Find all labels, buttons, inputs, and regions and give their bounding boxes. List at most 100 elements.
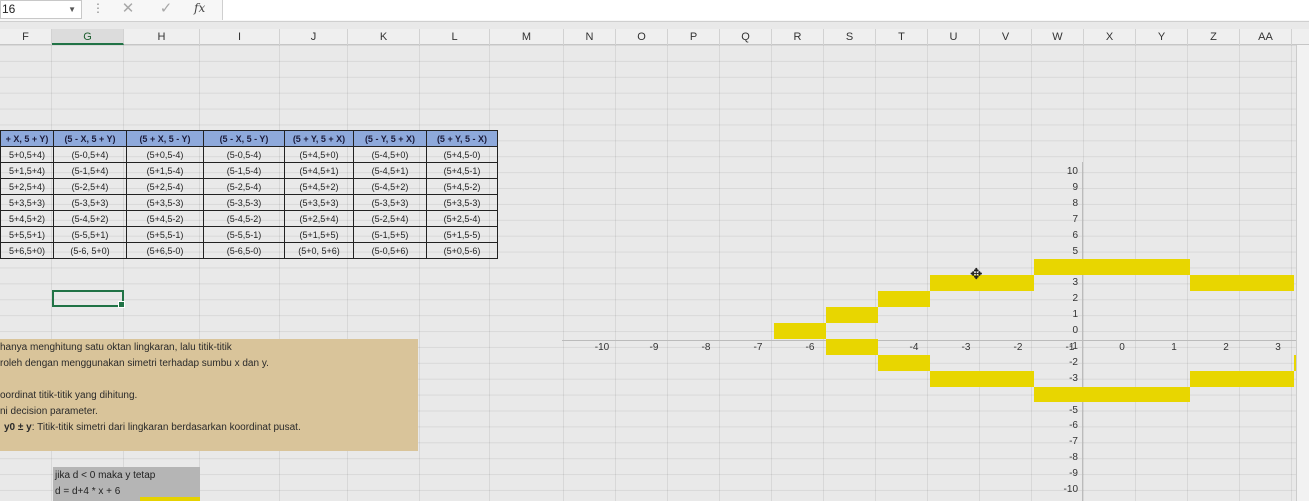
table-cell[interactable]: (5-3,5-3) [203, 194, 285, 211]
highlighted-cell[interactable] [878, 354, 930, 371]
column-header-o[interactable]: O [616, 29, 668, 45]
table-cell[interactable]: 5+5,5+1) [0, 226, 54, 243]
table-cell[interactable]: (5+2,5+4) [284, 210, 354, 227]
column-header-p[interactable]: P [668, 29, 720, 45]
table-cell[interactable]: (5-6, 5+0) [53, 242, 127, 259]
table-cell[interactable]: (5+3,5-3) [126, 194, 204, 211]
column-header-j[interactable]: J [280, 29, 348, 45]
column-header-v[interactable]: V [980, 29, 1032, 45]
table-cell[interactable]: (5-5,5+1) [53, 226, 127, 243]
column-header-k[interactable]: K [348, 29, 420, 45]
column-header-h[interactable]: H [124, 29, 200, 45]
active-cell[interactable] [52, 290, 125, 308]
table-cell[interactable]: (5-3,5+3) [53, 194, 127, 211]
table-cell[interactable]: (5-2,5+4) [353, 210, 427, 227]
highlighted-cell[interactable] [774, 323, 826, 339]
vertical-scrollbar[interactable] [1296, 45, 1309, 501]
table-cell[interactable]: (5+4,5-2) [126, 210, 204, 227]
column-header-n[interactable]: N [564, 29, 616, 45]
table-cell[interactable]: (5-4,5-2) [203, 210, 285, 227]
table-cell[interactable]: 5+2,5+4) [0, 178, 54, 195]
highlighted-cell[interactable] [1086, 259, 1138, 276]
highlighted-cell[interactable] [1242, 370, 1294, 387]
highlighted-cell[interactable] [826, 338, 878, 355]
highlighted-cell[interactable] [1242, 275, 1294, 292]
table-cell[interactable]: (5+4,5-2) [426, 178, 498, 195]
table-cell[interactable]: 5+1,5+4) [0, 162, 54, 179]
table-cell[interactable]: (5-2,5+4) [53, 178, 127, 195]
column-header-x[interactable]: X [1084, 29, 1136, 45]
column-header-w[interactable]: W [1032, 29, 1084, 45]
highlighted-cell[interactable] [982, 370, 1034, 387]
column-header-aa[interactable]: AA [1240, 29, 1292, 45]
column-header-g[interactable]: G [52, 29, 124, 45]
column-header-m[interactable]: M [490, 29, 564, 45]
close-icon[interactable]: ✕ [118, 0, 138, 20]
table-cell[interactable]: (5+1,5+5) [284, 226, 354, 243]
table-cell[interactable]: (5+4,5+1) [284, 162, 354, 179]
table-cell[interactable]: (5-1,5-4) [203, 162, 285, 179]
column-header-u[interactable]: U [928, 29, 980, 45]
formula-input[interactable] [222, 0, 1309, 20]
highlighted-cell[interactable] [1034, 259, 1086, 276]
table-cell[interactable]: 5+6,5+0) [0, 242, 54, 259]
table-cell[interactable]: (5+3,5+3) [284, 194, 354, 211]
highlighted-cell[interactable] [982, 275, 1034, 292]
highlighted-cell[interactable] [1086, 386, 1138, 403]
column-header-y[interactable]: Y [1136, 29, 1188, 45]
table-cell[interactable]: (5-4,5+2) [353, 178, 427, 195]
table-cell[interactable]: (5-0,5+6) [353, 242, 427, 259]
table-header-cell[interactable]: (5 + Y, 5 - X) [426, 130, 498, 147]
table-cell[interactable]: (5+1,5-4) [126, 162, 204, 179]
table-header-cell[interactable]: (5 + X, 5 - Y) [126, 130, 204, 147]
table-cell[interactable]: (5+4,5+2) [284, 178, 354, 195]
table-cell[interactable]: (5+4,5-0) [426, 146, 498, 163]
highlighted-cell[interactable] [878, 291, 930, 308]
fill-handle[interactable] [118, 301, 125, 308]
table-cell[interactable]: (5+4,5-1) [426, 162, 498, 179]
table-cell[interactable]: (5+5,5-1) [126, 226, 204, 243]
table-cell[interactable]: 5+3,5+3) [0, 194, 54, 211]
table-header-cell[interactable]: + X, 5 + Y) [0, 130, 54, 147]
table-cell[interactable]: (5+4,5+0) [284, 146, 354, 163]
table-cell[interactable]: (5-6,5-0) [203, 242, 285, 259]
table-cell[interactable]: (5-0,5-4) [203, 146, 285, 163]
table-cell[interactable]: (5-4,5+2) [53, 210, 127, 227]
column-header-s[interactable]: S [824, 29, 876, 45]
table-cell[interactable]: 5+4,5+2) [0, 210, 54, 227]
table-cell[interactable]: (5+0,5-6) [426, 242, 498, 259]
table-cell[interactable]: (5-1,5+4) [53, 162, 127, 179]
name-box[interactable]: 16 ▼ [0, 0, 82, 19]
table-cell[interactable]: (5+2,5-4) [126, 178, 204, 195]
table-cell[interactable]: (5-1,5+5) [353, 226, 427, 243]
insert-function-button[interactable]: fx [194, 1, 205, 15]
table-cell[interactable]: (5+2,5-4) [426, 210, 498, 227]
table-cell[interactable]: (5+6,5-0) [126, 242, 204, 259]
table-header-cell[interactable]: (5 - X, 5 + Y) [53, 130, 127, 147]
column-header-f[interactable]: F [0, 29, 52, 45]
table-header-cell[interactable]: (5 - X, 5 - Y) [203, 130, 285, 147]
column-header-l[interactable]: L [420, 29, 490, 45]
table-cell[interactable]: (5-4,5+0) [353, 146, 427, 163]
table-header-cell[interactable]: (5 - Y, 5 + X) [353, 130, 427, 147]
highlighted-cell[interactable] [1190, 275, 1242, 292]
table-cell[interactable]: (5-2,5-4) [203, 178, 285, 195]
highlighted-cell[interactable] [1138, 259, 1190, 276]
column-header-i[interactable]: I [200, 29, 280, 45]
table-cell[interactable]: (5+0,5-4) [126, 146, 204, 163]
table-cell[interactable]: (5+0, 5+6) [284, 242, 354, 259]
column-header-q[interactable]: Q [720, 29, 772, 45]
column-header-r[interactable]: R [772, 29, 824, 45]
table-cell[interactable]: (5-5,5-1) [203, 226, 285, 243]
drag-handle-icon[interactable]: ⋮ [92, 1, 104, 15]
check-icon[interactable]: ✓ [156, 0, 176, 20]
column-header-t[interactable]: T [876, 29, 928, 45]
table-cell[interactable]: (5+1,5-5) [426, 226, 498, 243]
highlighted-cell[interactable] [930, 370, 982, 387]
table-header-cell[interactable]: (5 + Y, 5 + X) [284, 130, 354, 147]
column-header-z[interactable]: Z [1188, 29, 1240, 45]
table-cell[interactable]: (5+3,5-3) [426, 194, 498, 211]
table-cell[interactable]: (5-4,5+1) [353, 162, 427, 179]
highlighted-cell[interactable] [1034, 386, 1086, 403]
highlighted-cell[interactable] [1190, 370, 1242, 387]
